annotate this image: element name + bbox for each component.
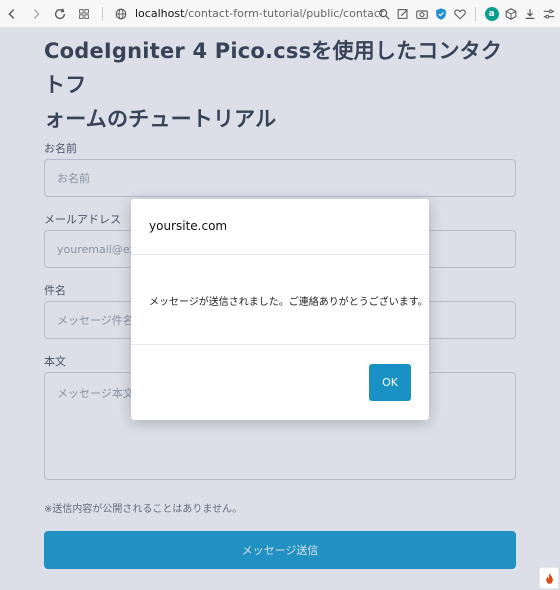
browser-toolbar: localhost/contact-form-tutorial/public/c… — [0, 0, 560, 28]
ok-button[interactable]: OK — [369, 364, 411, 401]
url-host: localhost — [135, 7, 185, 20]
extension-a-icon[interactable]: a — [482, 2, 501, 26]
grid-icon[interactable] — [72, 2, 96, 26]
box-icon[interactable] — [501, 2, 520, 26]
dialog-message: メッセージが送信されました。ご連絡ありがとうございます。 — [149, 297, 428, 308]
dialog-body: メッセージが送信されました。ご連絡ありがとうございます。 — [131, 255, 429, 345]
alert-dialog: yoursite.com メッセージが送信されました。ご連絡ありがとうございます… — [131, 199, 429, 420]
zoom-icon[interactable] — [374, 2, 393, 26]
dialog-header: yoursite.com — [131, 199, 429, 255]
reload-icon[interactable] — [48, 2, 72, 26]
forward-icon[interactable] — [24, 2, 48, 26]
codeigniter-flame-icon[interactable] — [539, 567, 559, 589]
toolbar-actions: a — [374, 2, 558, 26]
shield-icon[interactable] — [431, 2, 450, 26]
download-icon[interactable] — [520, 2, 539, 26]
heart-icon[interactable] — [450, 2, 469, 26]
address-bar[interactable]: localhost/contact-form-tutorial/public/c… — [135, 7, 384, 20]
globe-icon — [109, 2, 133, 26]
edit-icon[interactable] — [393, 2, 412, 26]
camera-icon[interactable] — [412, 2, 431, 26]
settings-sliders-icon[interactable] — [539, 2, 558, 26]
dialog-site: yoursite.com — [149, 219, 228, 233]
toolbar-divider-2 — [475, 7, 476, 21]
url-path: /contact-form-tutorial/public/contact — [184, 7, 385, 20]
toolbar-divider — [102, 6, 103, 21]
back-icon[interactable] — [0, 2, 24, 26]
